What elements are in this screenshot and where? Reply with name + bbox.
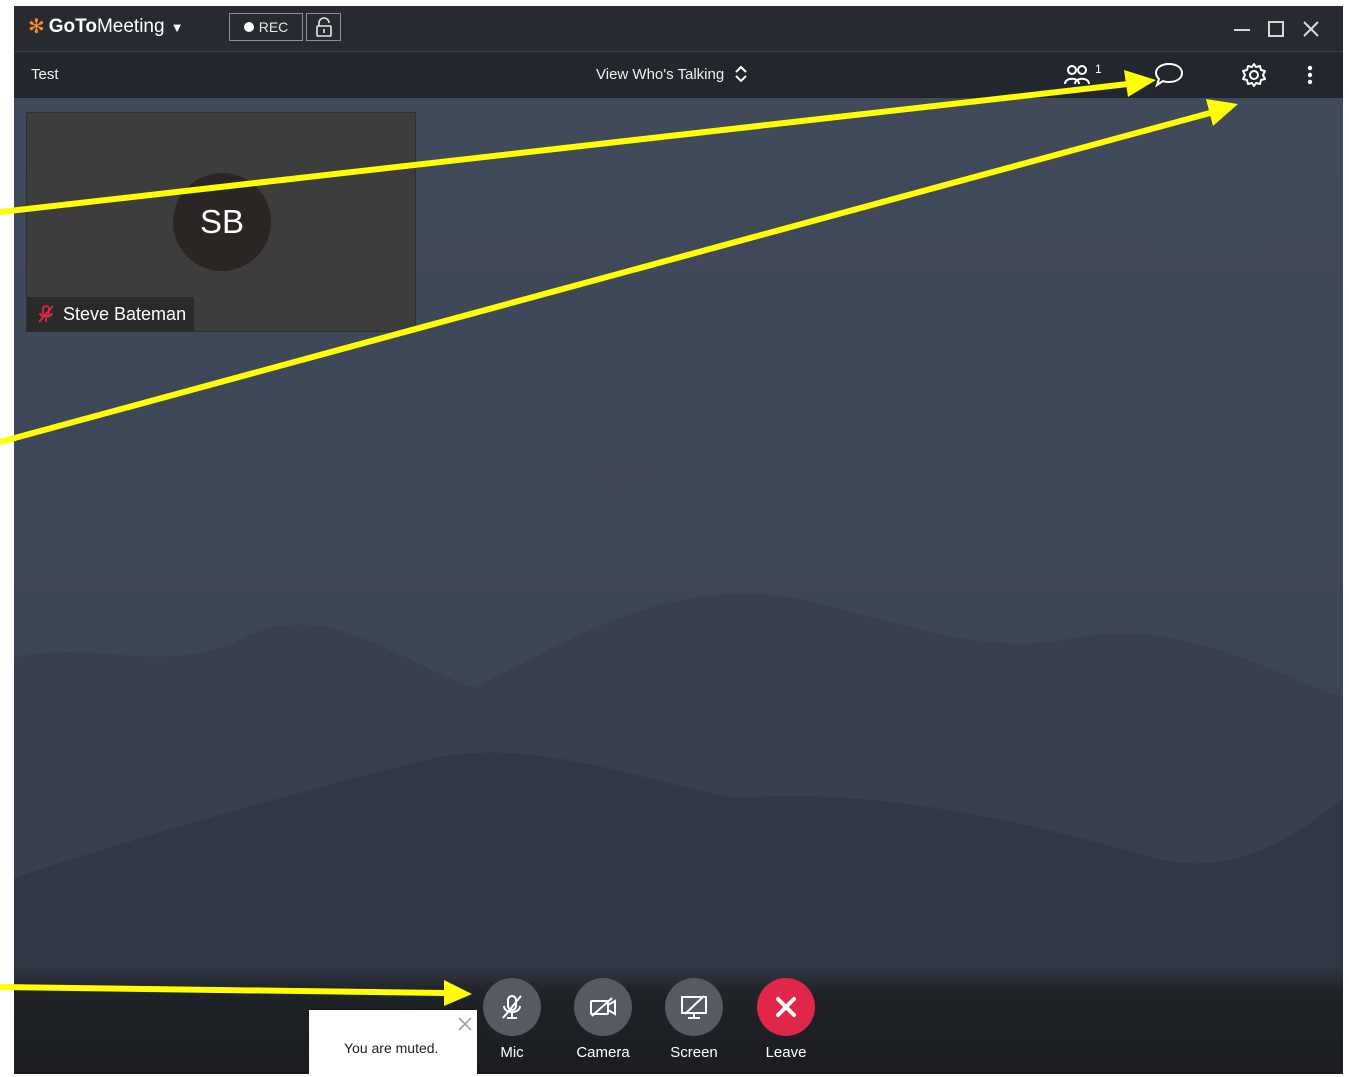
screen-button-circle[interactable] xyxy=(665,978,723,1036)
maximize-icon xyxy=(1268,21,1284,37)
chat-bubble-icon xyxy=(1154,62,1184,88)
leave-button[interactable]: Leave xyxy=(756,978,816,1061)
screen-button[interactable]: Screen xyxy=(664,978,724,1061)
close-notification-icon[interactable] xyxy=(457,1016,473,1032)
view-mode-selector[interactable]: View Who's Talking xyxy=(596,64,748,84)
attendees-button[interactable]: 1 xyxy=(1063,61,1102,89)
avatar: SB xyxy=(173,173,271,271)
chat-button[interactable] xyxy=(1154,61,1184,89)
attendee-count-badge: 1 xyxy=(1095,62,1102,76)
camera-off-icon xyxy=(590,997,616,1017)
muted-message: You are muted. xyxy=(344,1040,439,1056)
mic-button[interactable]: Mic xyxy=(482,978,542,1061)
lock-meeting-button[interactable] xyxy=(306,13,341,41)
record-button[interactable]: REC xyxy=(229,13,303,41)
meeting-toolbar: Test View Who's Talking 1 xyxy=(14,51,1343,98)
close-x-icon xyxy=(776,997,796,1017)
meeting-stage: SB Steve Bateman xyxy=(14,98,1343,1074)
participant-tile[interactable]: SB Steve Bateman xyxy=(26,112,416,332)
minimize-button[interactable] xyxy=(1228,15,1256,43)
camera-button-circle[interactable] xyxy=(574,978,632,1036)
logo-light-text: Meeting xyxy=(96,16,165,37)
camera-button[interactable]: Camera xyxy=(573,978,633,1061)
avatar-initials: SB xyxy=(199,203,245,240)
dropdown-caret-icon: ▼ xyxy=(170,19,184,35)
minimize-icon xyxy=(1234,29,1250,31)
camera-label: Camera xyxy=(576,1044,630,1061)
record-dot-icon xyxy=(243,22,254,32)
vertical-dots-icon xyxy=(1307,65,1313,85)
mic-button-circle[interactable] xyxy=(483,978,541,1036)
leave-label: Leave xyxy=(765,1044,807,1061)
people-icon xyxy=(1064,65,1090,85)
updown-chevron-icon xyxy=(735,65,747,83)
settings-button[interactable] xyxy=(1240,61,1268,89)
record-label: REC xyxy=(258,19,289,35)
goto-meeting-window: ✻ GoTo Meeting ▼ REC Test View Who's Tal… xyxy=(14,6,1343,1074)
close-window-button[interactable] xyxy=(1297,15,1325,43)
mic-off-icon xyxy=(502,995,522,1019)
view-mode-label: View Who's Talking xyxy=(596,65,725,83)
unlock-icon xyxy=(315,17,332,37)
gotomeeting-menu[interactable]: ✻ GoTo Meeting ▼ xyxy=(28,16,183,38)
logo-bold-text: GoTo xyxy=(48,16,97,37)
leave-button-circle[interactable] xyxy=(757,978,815,1036)
mic-label: Mic xyxy=(500,1044,524,1061)
participant-name-tag: Steve Bateman xyxy=(27,297,195,331)
goto-flower-logo-icon: ✻ xyxy=(28,16,45,38)
maximize-button[interactable] xyxy=(1262,15,1290,43)
title-bar: ✻ GoTo Meeting ▼ REC xyxy=(14,6,1343,51)
close-icon xyxy=(1303,21,1319,37)
screen-label: Screen xyxy=(670,1044,718,1061)
more-options-button[interactable] xyxy=(1306,61,1314,89)
mic-muted-icon xyxy=(38,305,54,323)
meeting-name: Test xyxy=(31,66,59,83)
muted-notification: You are muted. xyxy=(309,1010,477,1074)
gear-icon xyxy=(1242,63,1266,87)
participant-name: Steve Bateman xyxy=(63,303,187,324)
screen-share-off-icon xyxy=(681,995,707,1019)
